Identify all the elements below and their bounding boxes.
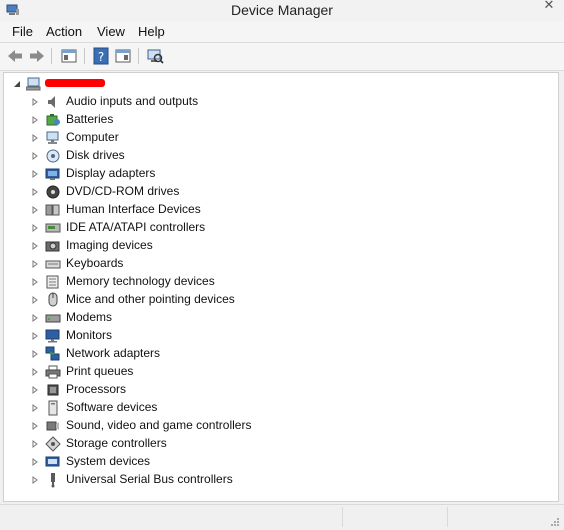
mouse-icon — [48, 292, 58, 307]
dvd-icon — [46, 185, 60, 199]
tree-item-label[interactable]: Storage controllers — [66, 436, 167, 450]
menu-bar: File Action View Help — [0, 22, 564, 43]
menu-view[interactable]: View — [97, 24, 125, 39]
status-pane-secondary — [342, 507, 448, 527]
speaker-icon — [48, 96, 55, 108]
tree-item-label[interactable]: Print queues — [66, 364, 133, 378]
device-manager-window: Device Manager ✕ File Action View Help ? — [0, 0, 564, 530]
tree-item-label[interactable]: Mice and other pointing devices — [66, 292, 235, 306]
menu-help[interactable]: Help — [138, 24, 165, 39]
monitor-icon — [45, 329, 60, 343]
status-bar — [0, 504, 564, 530]
computer-icon — [46, 131, 59, 144]
window-title: Device Manager — [231, 2, 333, 18]
tree-item-label[interactable]: Processors — [66, 382, 126, 396]
tree-item-label[interactable]: Monitors — [66, 328, 112, 342]
expand-triangle-icon[interactable] — [31, 188, 39, 196]
tree-item-label[interactable]: System devices — [66, 454, 150, 468]
expand-triangle-icon[interactable] — [31, 98, 39, 106]
keyboard-icon — [45, 260, 61, 269]
expand-triangle-icon[interactable] — [31, 332, 39, 340]
resize-grip-icon[interactable] — [550, 517, 560, 527]
expand-triangle-icon[interactable] — [31, 440, 39, 448]
battery-icon — [46, 114, 60, 126]
expand-triangle-icon[interactable] — [31, 368, 39, 376]
title-bar[interactable]: Device Manager ✕ — [0, 0, 564, 23]
toolbar-separator — [84, 48, 85, 64]
tree-item-label[interactable]: Computer — [66, 130, 119, 144]
tree-item-label[interactable]: Software devices — [66, 400, 157, 414]
tree-item-label[interactable]: Disk drives — [66, 148, 125, 162]
expand-triangle-icon[interactable] — [31, 458, 39, 466]
forward-arrow-icon[interactable] — [28, 47, 46, 65]
tree-item-label[interactable]: Imaging devices — [66, 238, 153, 252]
svg-text:?: ? — [98, 50, 104, 64]
tree-item-label[interactable]: DVD/CD-ROM drives — [66, 184, 179, 198]
tree-item-label[interactable]: Sound, video and game controllers — [66, 418, 251, 432]
toolbar-separator — [51, 48, 52, 64]
scan-hardware-changes-icon[interactable] — [146, 47, 164, 65]
tree-item-label[interactable]: Display adapters — [66, 166, 155, 180]
collapse-triangle-icon[interactable] — [13, 80, 21, 88]
close-icon[interactable]: ✕ — [542, 0, 556, 13]
disk-drive-icon — [46, 149, 60, 163]
expand-triangle-icon[interactable] — [31, 116, 39, 124]
hid-icon — [45, 204, 60, 216]
printer-icon — [45, 365, 61, 379]
properties-pane-icon[interactable] — [114, 47, 132, 65]
expand-triangle-icon[interactable] — [31, 242, 39, 250]
tree-item-label[interactable]: Modems — [66, 310, 112, 324]
menu-file[interactable]: File — [12, 24, 33, 39]
tree-item-label[interactable]: Memory technology devices — [66, 274, 215, 288]
display-adapter-icon — [45, 168, 60, 180]
back-arrow-icon[interactable] — [6, 47, 24, 65]
usb-icon — [51, 473, 55, 488]
expand-triangle-icon[interactable] — [31, 152, 39, 160]
expand-triangle-icon[interactable] — [31, 224, 39, 232]
tree-item-label[interactable]: Keyboards — [66, 256, 123, 270]
help-icon[interactable]: ? — [92, 47, 110, 65]
memory-icon — [46, 275, 59, 289]
modem-icon — [45, 314, 61, 323]
menu-action[interactable]: Action — [46, 24, 82, 39]
expand-triangle-icon[interactable] — [31, 134, 39, 142]
system-devices-icon — [45, 456, 60, 467]
tree-item-label[interactable]: Universal Serial Bus controllers — [66, 472, 233, 486]
expand-triangle-icon[interactable] — [31, 314, 39, 322]
expand-triangle-icon[interactable] — [31, 278, 39, 286]
expand-triangle-icon[interactable] — [31, 422, 39, 430]
status-pane-main — [0, 507, 343, 527]
expand-triangle-icon[interactable] — [31, 260, 39, 268]
computer-icon — [26, 77, 41, 91]
toolbar-separator — [138, 48, 139, 64]
expand-triangle-icon[interactable] — [31, 170, 39, 178]
tree-item-label[interactable]: Network adapters — [66, 346, 160, 360]
tree-item-label[interactable]: Batteries — [66, 112, 113, 126]
show-hide-console-tree-icon[interactable] — [60, 47, 78, 65]
expand-triangle-icon[interactable] — [31, 386, 39, 394]
network-adapter-icon — [45, 346, 60, 361]
toolbar: ? — [0, 43, 564, 71]
storage-controller-icon — [45, 436, 61, 452]
expand-triangle-icon[interactable] — [31, 206, 39, 214]
camera-icon — [45, 241, 60, 252]
ide-controller-icon — [45, 223, 61, 233]
expand-triangle-icon[interactable] — [31, 404, 39, 412]
processor-icon — [47, 384, 59, 396]
expand-triangle-icon[interactable] — [31, 350, 39, 358]
software-device-icon — [48, 400, 58, 416]
expand-triangle-icon[interactable] — [31, 476, 39, 484]
redacted-computer-name — [45, 79, 105, 87]
tree-item-label[interactable]: IDE ATA/ATAPI controllers — [66, 220, 205, 234]
tree-item-label[interactable]: Audio inputs and outputs — [66, 94, 198, 108]
expand-triangle-icon[interactable] — [31, 296, 39, 304]
sound-icon — [46, 421, 59, 431]
tree-item-label[interactable]: Human Interface Devices — [66, 202, 201, 216]
